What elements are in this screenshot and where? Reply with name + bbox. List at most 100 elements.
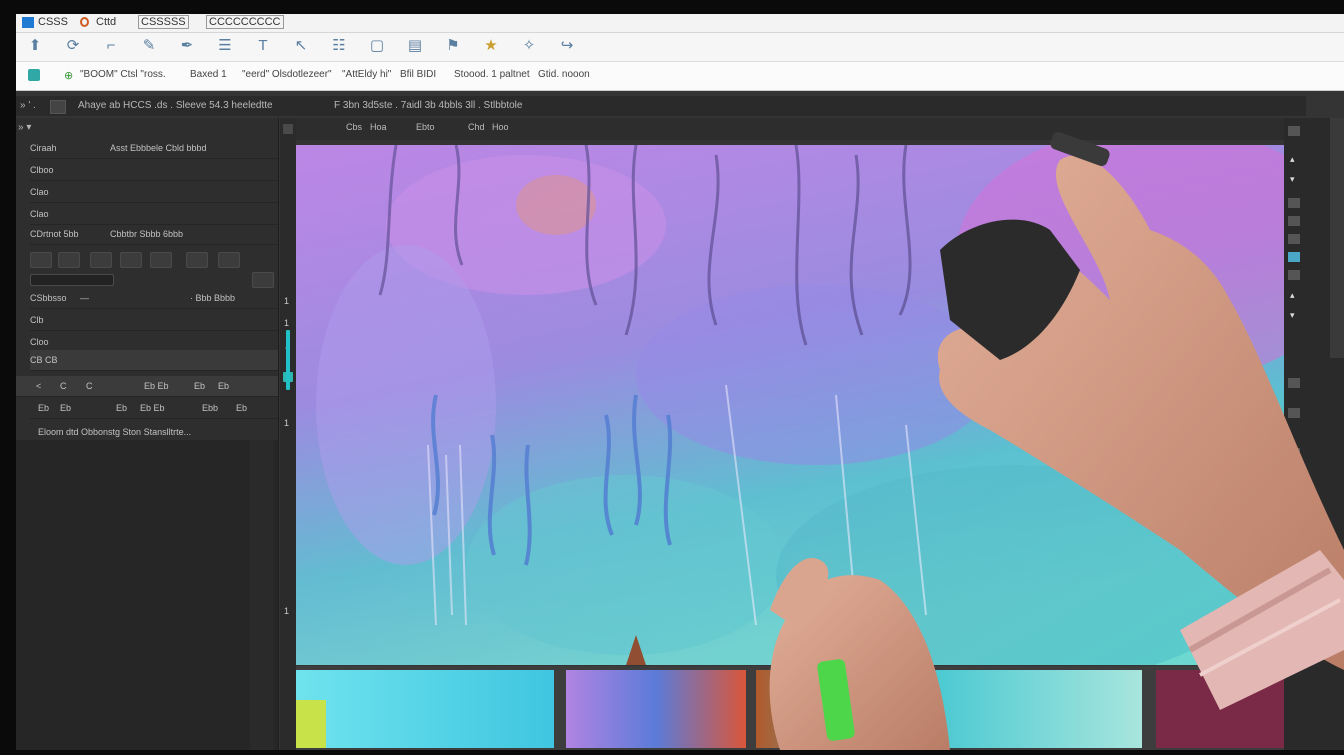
tool-mark[interactable]: 1 [284, 296, 289, 306]
right-scrollbar[interactable] [1330, 118, 1344, 358]
star-icon[interactable]: ★ [482, 37, 500, 55]
tab-item[interactable]: Eb [218, 376, 229, 396]
document-tabs: Cbs Hoa Ebto Chd Hoo [296, 118, 1284, 140]
panel-button[interactable] [1288, 270, 1300, 280]
tab-back[interactable]: < [36, 376, 41, 396]
layer-control[interactable]: Eb [116, 398, 127, 418]
select-icon[interactable]: ↖ [292, 37, 310, 55]
option-item[interactable]: "BOOM" Ctsl "ross. [80, 69, 166, 80]
grid-icon[interactable]: ☷ [330, 37, 348, 55]
gradient-slider[interactable] [30, 274, 114, 286]
stack-icon[interactable]: ▤ [406, 37, 424, 55]
panel-button[interactable] [1288, 126, 1300, 136]
panel-button[interactable] [1288, 378, 1300, 388]
crop-icon[interactable]: ⌐ [102, 37, 120, 55]
panel-button[interactable] [30, 252, 52, 268]
layers-empty-area [16, 440, 278, 750]
expand-icon[interactable]: ▾ [1290, 174, 1295, 185]
layer-control[interactable]: Ebb [202, 398, 218, 418]
panel-button[interactable] [1288, 234, 1300, 244]
menu-item[interactable]: » ' . [20, 100, 36, 111]
menu-item[interactable]: F 3bn 3d5ste . 7aidl 3b 4bbls 3ll . Stlb… [334, 100, 522, 111]
option-item[interactable]: Stoood. 1 paltnet [454, 69, 530, 80]
panel-row[interactable]: Ciraah Asst Ebbbele Cbld bbbd [30, 138, 278, 159]
thumbnail[interactable] [566, 670, 746, 748]
option-item[interactable]: Bfil BIDI [400, 69, 436, 80]
thumbnail[interactable] [1156, 670, 1284, 748]
tool-button[interactable] [283, 124, 293, 134]
thumbnail[interactable] [296, 670, 554, 748]
panel-button[interactable] [1288, 216, 1300, 226]
plus-icon[interactable]: ⊕ [64, 69, 73, 82]
panel-button[interactable] [252, 272, 274, 288]
panel-row[interactable]: Clb [30, 310, 278, 331]
doc-tab[interactable]: Cbs [346, 122, 362, 132]
panel-button[interactable] [150, 252, 172, 268]
tab-item[interactable]: C [60, 376, 67, 396]
title-item[interactable]: CCCCCCCCC [206, 15, 284, 29]
panel-button[interactable] [90, 252, 112, 268]
tab-item[interactable]: C [86, 376, 93, 396]
panel-button[interactable] [120, 252, 142, 268]
panel-row[interactable]: Clboo [30, 160, 278, 181]
panel-toggle-icon[interactable] [50, 100, 66, 114]
panel-row-label: CDrtnot 5bb [30, 229, 79, 239]
title-item[interactable]: CSSSSS [138, 15, 189, 29]
arrow-icon[interactable]: ⬆ [26, 37, 44, 55]
tab-item[interactable]: Eb [194, 376, 205, 396]
title-item[interactable]: Cttd [96, 16, 116, 28]
expand-icon[interactable]: ▾ [1290, 310, 1295, 321]
panel-button[interactable] [218, 252, 240, 268]
option-item[interactable]: "AttEldy hi" [342, 69, 391, 80]
layer-control[interactable]: Eb [38, 398, 49, 418]
record-icon[interactable] [80, 17, 89, 27]
tools-column: 1 ↑ 1 1 1 [280, 118, 296, 750]
panel-button[interactable] [1288, 198, 1300, 208]
pin-icon[interactable]: ⚑ [444, 37, 462, 55]
tool-mark[interactable]: 1 [284, 606, 289, 616]
doc-tab[interactable]: Hoo [492, 122, 509, 132]
panel-button[interactable] [1288, 448, 1300, 458]
panel-row[interactable]: CSbbsso — · Bbb Bbbb [30, 288, 278, 309]
eraser-icon[interactable]: ▢ [368, 37, 386, 55]
tool-mark[interactable]: 1 [284, 418, 289, 428]
panel-row[interactable]: Clao [30, 204, 278, 225]
doc-tab[interactable]: Ebto [416, 122, 435, 132]
panel-button[interactable] [186, 252, 208, 268]
collapse-icon[interactable]: ▴ [1290, 154, 1295, 165]
tool-mark[interactable]: 1 [284, 318, 289, 328]
collapse-icon[interactable]: ▴ [1290, 290, 1295, 301]
panel-button[interactable] [1288, 252, 1300, 262]
menu-item[interactable]: Ahaye ab HCCS .ds . Sleeve 54.3 heeledtt… [78, 100, 273, 111]
layer-control[interactable]: Eb [60, 398, 71, 418]
layer-control[interactable]: Eb [236, 398, 247, 418]
painting-artwork [296, 145, 1284, 665]
title-item[interactable]: CSSS [38, 16, 68, 28]
layer-control[interactable]: Eb Eb [140, 398, 165, 418]
option-item[interactable]: Gtid. nooon [538, 69, 590, 80]
thumbnail[interactable] [756, 670, 1142, 748]
pen-icon[interactable]: ✒ [178, 37, 196, 55]
painting-canvas[interactable] [296, 145, 1284, 665]
rotate-icon[interactable]: ⟳ [64, 37, 82, 55]
panel-header[interactable]: » ▾ [18, 122, 31, 133]
eyedropper-icon[interactable]: ✧ [520, 37, 538, 55]
brush-icon[interactable]: ✎ [140, 37, 158, 55]
panel-row-label: Ciraah [30, 143, 57, 153]
option-item[interactable]: Baxed 1 [190, 69, 227, 80]
panel-button[interactable] [1288, 408, 1300, 418]
panel-row[interactable]: CDrtnot 5bb Cbbtbr Sbbb 6bbb [30, 224, 278, 245]
tool-preset-icon[interactable] [28, 69, 40, 81]
doc-tab[interactable]: Hoa [370, 122, 387, 132]
layers-scrollbar[interactable] [250, 440, 274, 750]
tab-item[interactable]: Eb Eb [144, 376, 169, 396]
text-icon[interactable]: T [254, 37, 272, 55]
doc-tab[interactable]: Chd [468, 122, 485, 132]
panel-row[interactable]: CB CB [30, 350, 278, 371]
share-icon[interactable]: ↪ [558, 37, 576, 55]
layers-icon[interactable]: ☰ [216, 37, 234, 55]
panel-row[interactable]: Clao [30, 182, 278, 203]
option-item[interactable]: "eerd" Olsdotlezeer" [242, 69, 332, 80]
panel-button[interactable] [58, 252, 80, 268]
slider-value: — [80, 293, 89, 303]
